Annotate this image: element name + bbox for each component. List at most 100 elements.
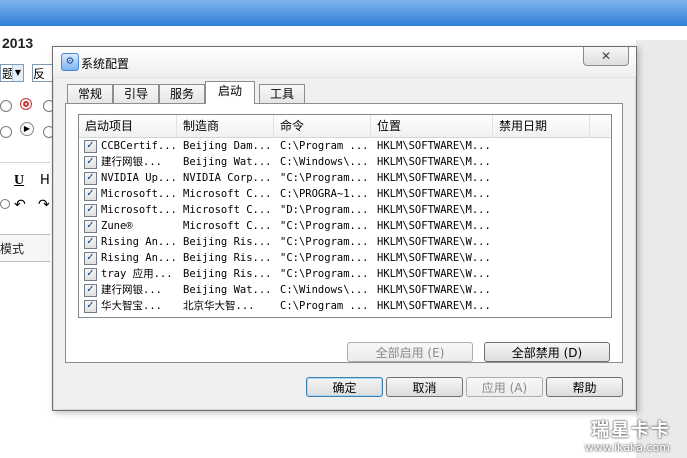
row-startup-item: Microsoft... xyxy=(101,188,175,200)
row-location: HKLM\SOFTWARE\M... xyxy=(377,188,491,200)
row-manufacturer: Beijing Dam... xyxy=(183,140,272,152)
row-date-disabled xyxy=(499,250,590,266)
row-command: C:\Program ... xyxy=(280,140,369,152)
row-date-disabled xyxy=(499,298,590,314)
tab-boot[interactable]: 引导 xyxy=(113,84,159,103)
row-location: HKLM\SOFTWARE\W... xyxy=(377,252,491,264)
list-item[interactable]: ✓ Rising An... Beijing Ris... "C:\Progra… xyxy=(79,234,611,250)
startup-items-list[interactable]: 启动项目 制造商 命令 位置 禁用日期 ✓ CCBCertif... Beiji… xyxy=(78,114,612,318)
background-year-label: 2013 xyxy=(2,35,34,51)
list-item[interactable]: ✓ Rising An... Beijing Ris... "C:\Progra… xyxy=(79,250,611,266)
background-window-titlebar xyxy=(0,0,687,27)
undo-icon[interactable]: ↶ xyxy=(14,197,26,213)
apply-button[interactable]: 应用 (A) xyxy=(466,377,543,397)
row-date-disabled xyxy=(499,154,590,170)
row-startup-item: tray 应用... xyxy=(101,268,173,280)
cancel-button[interactable]: 取消 xyxy=(386,377,463,397)
row-date-disabled xyxy=(499,186,590,202)
dialog-titlebar[interactable]: ⚙ 系统配置 ✕ xyxy=(53,47,636,78)
column-date-disabled[interactable]: 禁用日期 xyxy=(493,115,590,137)
row-checkbox[interactable]: ✓ xyxy=(84,236,97,249)
row-startup-item: 建行网银... xyxy=(101,284,162,296)
play-icon[interactable]: ▶ xyxy=(20,122,34,136)
row-checkbox[interactable]: ✓ xyxy=(84,268,97,281)
row-startup-item: Rising An... xyxy=(101,236,175,248)
row-startup-item: 华大智宝... xyxy=(101,300,162,312)
row-location: HKLM\SOFTWARE\W... xyxy=(377,284,491,296)
dialog-title: 系统配置 xyxy=(81,57,130,71)
row-date-disabled xyxy=(499,266,590,282)
column-manufacturer[interactable]: 制造商 xyxy=(177,115,274,137)
list-item[interactable]: ✓ 建行网银... Beijing Wat... C:\Windows\... … xyxy=(79,282,611,298)
row-checkbox[interactable]: ✓ xyxy=(84,284,97,297)
row-command: C:\PROGRA~1... xyxy=(280,188,369,200)
row-command: C:\Windows\... xyxy=(280,156,369,168)
list-item[interactable]: ✓ CCBCertif... Beijing Dam... C:\Program… xyxy=(79,138,611,154)
ok-button[interactable]: 确定 xyxy=(306,377,383,397)
row-location: HKLM\SOFTWARE\M... xyxy=(377,172,491,184)
close-button[interactable]: ✕ xyxy=(583,47,629,66)
row-date-disabled xyxy=(499,282,590,298)
row-checkbox[interactable]: ✓ xyxy=(84,188,97,201)
list-item[interactable]: ✓ 华大智宝... 北京华大智... C:\Program ... HKLM\S… xyxy=(79,298,611,314)
chevron-down-icon: ▼ xyxy=(12,65,23,81)
row-startup-item: Zune® xyxy=(101,220,133,232)
column-startup-item[interactable]: 启动项目 xyxy=(79,115,177,137)
row-command: C:\Windows\... xyxy=(280,284,369,296)
row-startup-item: CCBCertif... xyxy=(101,140,175,152)
row-command: C:\Program ... xyxy=(280,300,369,312)
list-item[interactable]: ✓ 建行网银... Beijing Wat... C:\Windows\... … xyxy=(79,154,611,170)
row-command: "C:\Program... xyxy=(280,268,369,280)
list-rows: ✓ CCBCertif... Beijing Dam... C:\Program… xyxy=(79,138,611,316)
row-manufacturer: Beijing Ris... xyxy=(183,268,272,280)
help-button[interactable]: 帮助 xyxy=(546,377,623,397)
list-item[interactable]: ✓ Microsoft... Microsoft C... "D:\Progra… xyxy=(79,202,611,218)
row-checkbox[interactable]: ✓ xyxy=(84,220,97,233)
row-checkbox[interactable]: ✓ xyxy=(84,300,97,313)
row-startup-item: NVIDIA Up... xyxy=(101,172,175,184)
row-checkbox[interactable]: ✓ xyxy=(84,172,97,185)
row-command: "C:\Program... xyxy=(280,220,369,232)
row-checkbox[interactable]: ✓ xyxy=(84,204,97,217)
list-item[interactable]: ✓ NVIDIA Up... NVIDIA Corp... "C:\Progra… xyxy=(79,170,611,186)
column-command[interactable]: 命令 xyxy=(274,115,371,137)
heading-button[interactable]: H xyxy=(40,173,50,188)
row-command: "C:\Program... xyxy=(280,236,369,248)
row-startup-item: 建行网银... xyxy=(101,156,162,168)
row-manufacturer: Microsoft C... xyxy=(183,188,272,200)
row-checkbox[interactable]: ✓ xyxy=(84,156,97,169)
row-manufacturer: Beijing Wat... xyxy=(183,156,272,168)
row-command: "C:\Program... xyxy=(280,252,369,264)
row-manufacturer: Microsoft C... xyxy=(183,204,272,216)
row-location: HKLM\SOFTWARE\M... xyxy=(377,204,491,216)
row-checkbox[interactable]: ✓ xyxy=(84,140,97,153)
tab-tools[interactable]: 工具 xyxy=(259,84,305,103)
tab-startup[interactable]: 启动 xyxy=(205,81,255,104)
background-radio-1[interactable] xyxy=(0,100,12,112)
list-item[interactable]: ✓ Zune® Microsoft C... "C:\Program... HK… xyxy=(79,218,611,234)
row-manufacturer: Beijing Ris... xyxy=(183,236,272,248)
background-radio-3[interactable] xyxy=(0,126,12,138)
background-radio-selected[interactable] xyxy=(20,98,32,110)
list-item[interactable]: ✓ tray 应用... Beijing Ris... "C:\Program.… xyxy=(79,266,611,282)
redo-icon[interactable]: ↷ xyxy=(38,197,50,213)
background-mode-tab[interactable]: 模式 xyxy=(0,240,24,257)
watermark-url: www.ikaka.com xyxy=(584,441,670,454)
column-location[interactable]: 位置 xyxy=(371,115,493,137)
background-select[interactable]: 题 ▼ xyxy=(0,64,24,82)
row-startup-item: Rising An... xyxy=(101,252,175,264)
tab-services[interactable]: 服务 xyxy=(159,84,205,103)
row-startup-item: Microsoft... xyxy=(101,204,175,216)
row-command: "D:\Program... xyxy=(280,204,369,216)
enable-all-button[interactable]: 全部启用 (E) xyxy=(347,342,473,362)
disable-all-button[interactable]: 全部禁用 (D) xyxy=(484,342,610,362)
background-small-radio[interactable] xyxy=(0,199,10,209)
row-date-disabled xyxy=(499,218,590,234)
tab-general[interactable]: 常规 xyxy=(67,84,113,103)
list-item[interactable]: ✓ Microsoft... Microsoft C... C:\PROGRA~… xyxy=(79,186,611,202)
row-checkbox[interactable]: ✓ xyxy=(84,252,97,265)
row-location: HKLM\SOFTWARE\W... xyxy=(377,236,491,248)
row-date-disabled xyxy=(499,234,590,250)
row-manufacturer: NVIDIA Corp... xyxy=(183,172,272,184)
underline-button[interactable]: U xyxy=(14,173,24,189)
